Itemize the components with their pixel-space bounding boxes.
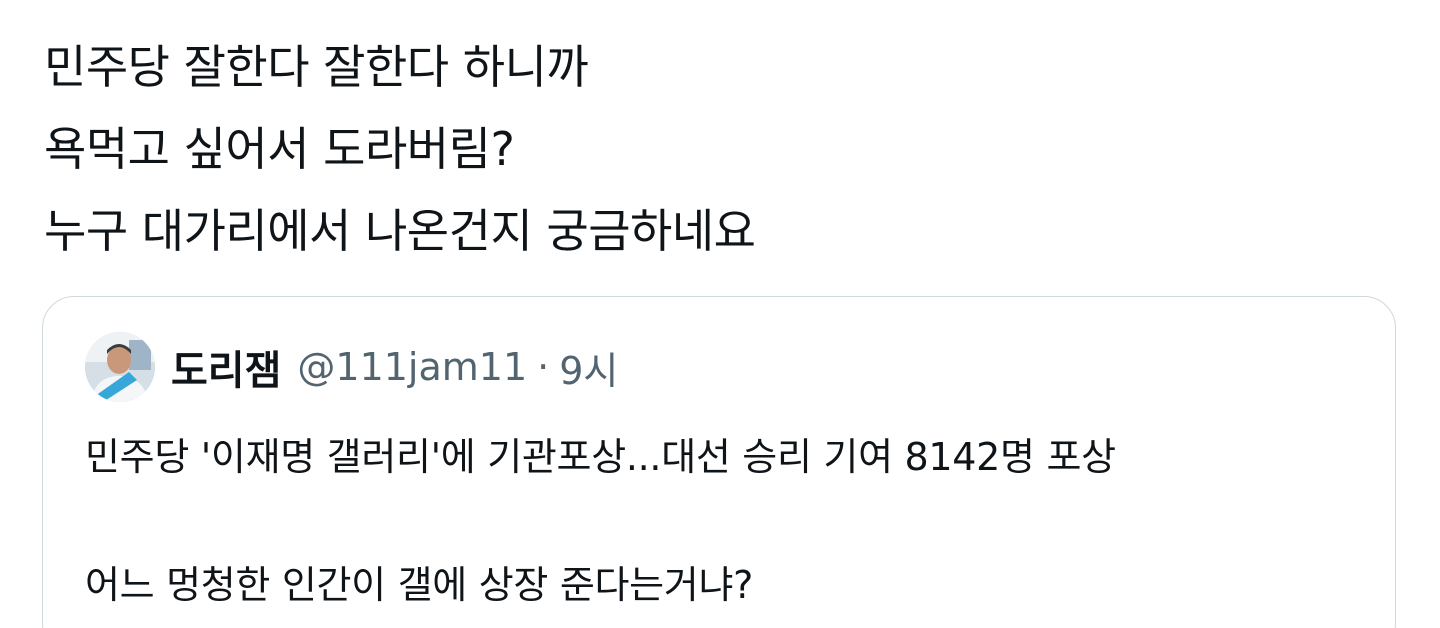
- quote-header: 도리잼 @111jam11 · 9시: [85, 331, 618, 403]
- quote-display-name[interactable]: 도리잼: [171, 338, 281, 396]
- quote-line-2: 어느 멍청한 인간이 갤에 상장 준다는거냐?: [85, 563, 753, 607]
- quote-timestamp[interactable]: 9시: [559, 340, 618, 395]
- quote-body: 민주당 '이재명 갤러리'에 기관포상...대선 승리 기여 8142명 포상 …: [85, 425, 1365, 617]
- tweet-line-3: 누구 대가리에서 나온건지 궁금하네요: [44, 204, 756, 258]
- quote-line-1: 민주당 '이재명 갤러리'에 기관포상...대선 승리 기여 8142명 포상: [85, 435, 1116, 479]
- quote-handle[interactable]: @111jam11: [297, 345, 527, 389]
- tweet-line-1: 민주당 잘한다 잘한다 하니까: [44, 40, 589, 94]
- tweet-text: 민주당 잘한다 잘한다 하니까 욕먹고 싶어서 도라버림? 누구 대가리에서 나…: [44, 26, 1404, 272]
- tweet-line-2: 욕먹고 싶어서 도라버림?: [44, 122, 515, 176]
- avatar-image: [85, 332, 155, 402]
- quote-separator: ·: [537, 345, 550, 389]
- quote-paragraph-gap: [85, 489, 1365, 553]
- avatar[interactable]: [85, 332, 155, 402]
- quote-tweet-card[interactable]: 도리잼 @111jam11 · 9시 민주당 '이재명 갤러리'에 기관포상..…: [42, 296, 1396, 628]
